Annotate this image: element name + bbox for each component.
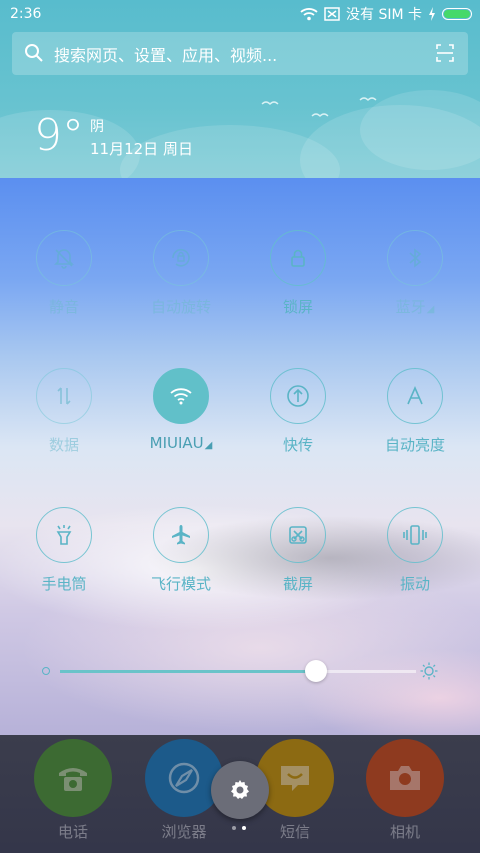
airplane-icon: [172, 525, 190, 545]
search-icon: [25, 44, 43, 62]
sim-icon: [324, 7, 340, 21]
transfer-icon: [287, 385, 309, 407]
toggle-data-button[interactable]: [36, 368, 92, 424]
toggle-auto-brightness-button[interactable]: [387, 368, 443, 424]
toggle-silent-button[interactable]: [36, 230, 92, 286]
toggle-airplane-button[interactable]: [153, 507, 209, 563]
bell-mute-icon: [54, 249, 74, 269]
status-time: 2:36: [10, 6, 42, 22]
brightness-slider[interactable]: [60, 660, 416, 682]
toggle-label: 截屏: [282, 575, 313, 593]
toggle-autorotate[interactable]: 自动旋转: [126, 230, 236, 317]
vibrate-icon: [403, 525, 427, 545]
toggle-label: 快传: [282, 436, 313, 454]
phone-icon: [59, 768, 87, 791]
screenshot-icon: [289, 526, 307, 544]
toggle-label: 手电筒: [41, 575, 87, 593]
toggle-label: 静音: [48, 298, 79, 316]
status-bar: 2:36 没有 SIM 卡: [0, 0, 480, 28]
camera-icon: [390, 766, 420, 790]
toggle-label: 锁屏: [282, 298, 313, 316]
charging-icon: [429, 7, 435, 21]
carrier-text: 没有 SIM 卡: [346, 7, 422, 23]
dock-app-phone[interactable]: 电话: [18, 739, 128, 842]
rotate-icon: [172, 248, 190, 267]
weather-condition: 阴: [90, 119, 104, 135]
phone-app-icon[interactable]: [34, 739, 112, 817]
auto-brightness-icon: [407, 386, 423, 405]
settings-button[interactable]: [211, 761, 269, 819]
toggle-bluetooth[interactable]: 蓝牙◢: [360, 230, 470, 317]
toggle-lockscreen[interactable]: 锁屏: [243, 230, 353, 317]
toggle-vibrate[interactable]: 振动: [360, 507, 470, 594]
weather-temperature: 9°: [34, 110, 84, 161]
bluetooth-icon: [409, 248, 422, 268]
toggle-flashlight-button[interactable]: [36, 507, 92, 563]
toggle-lockscreen-button[interactable]: [270, 230, 326, 286]
camera-app-icon[interactable]: [366, 739, 444, 817]
toggle-wifi-button[interactable]: [153, 368, 209, 424]
brightness-slider-fill: [60, 670, 317, 673]
dock-label: 浏览器: [161, 823, 207, 841]
weather-date: 11月12日 周日: [90, 140, 193, 158]
wifi-icon: [300, 8, 318, 21]
toggle-quick-transfer[interactable]: 快传: [243, 368, 353, 455]
message-icon: [281, 766, 309, 791]
scan-icon[interactable]: [436, 44, 454, 62]
messages-app-icon[interactable]: [256, 739, 334, 817]
brightness-low-icon: [42, 667, 50, 675]
toggle-label: 自动亮度: [384, 436, 445, 454]
wifi-icon: [170, 388, 192, 405]
browser-app-icon[interactable]: [145, 739, 223, 817]
brightness-high-icon: [420, 662, 438, 680]
flashlight-icon: [56, 525, 72, 545]
page-dot: [232, 826, 236, 830]
toggle-label: 数据: [48, 436, 79, 454]
toggle-bluetooth-button[interactable]: [387, 230, 443, 286]
toggle-screenshot-button[interactable]: [270, 507, 326, 563]
compass-icon: [168, 762, 200, 794]
toggle-vibrate-button[interactable]: [387, 507, 443, 563]
birds-icon: [261, 97, 377, 117]
search-input[interactable]: 搜索网页、设置、应用、视频...: [54, 42, 277, 66]
toggle-silent[interactable]: 静音: [9, 230, 119, 317]
toggle-label: MIUIAU◢: [149, 434, 213, 452]
toggle-airplane[interactable]: 飞行模式: [126, 507, 236, 594]
toggle-wifi[interactable]: MIUIAU◢: [126, 368, 236, 452]
gear-icon: [231, 780, 249, 799]
data-icon: [57, 387, 71, 405]
toggle-transfer-button[interactable]: [270, 368, 326, 424]
dock-label: 短信: [279, 823, 310, 841]
toggle-autorotate-button[interactable]: [153, 230, 209, 286]
search-bar[interactable]: 搜索网页、设置、应用、视频...: [12, 32, 468, 75]
toggle-screenshot[interactable]: 截屏: [243, 507, 353, 594]
battery-icon: [442, 8, 472, 20]
toggle-flashlight[interactable]: 手电筒: [9, 507, 119, 594]
toggle-label: 自动旋转: [150, 298, 211, 316]
page-indicator: [232, 826, 246, 830]
toggle-label: 飞行模式: [150, 575, 211, 593]
page-dot-active: [242, 826, 246, 830]
toggle-mobile-data[interactable]: 数据: [9, 368, 119, 455]
toggle-label: 蓝牙◢: [395, 298, 435, 316]
lock-icon: [291, 249, 305, 267]
dock-label: 电话: [57, 823, 88, 841]
toggle-label: 振动: [399, 575, 430, 593]
dock-app-camera[interactable]: 相机: [350, 739, 460, 842]
dock-label: 相机: [389, 823, 420, 841]
toggle-auto-brightness[interactable]: 自动亮度: [360, 368, 470, 455]
